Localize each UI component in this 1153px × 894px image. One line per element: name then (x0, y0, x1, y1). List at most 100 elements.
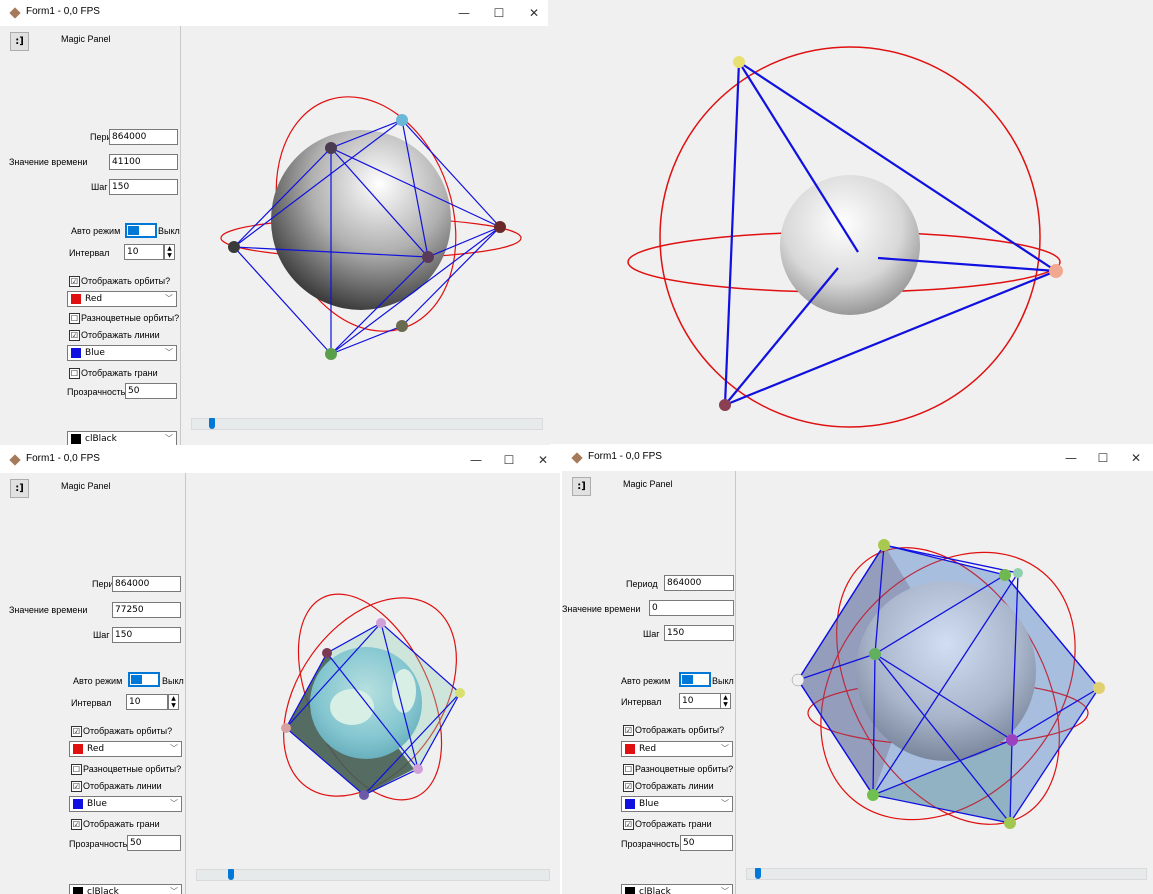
show-orbits-label: Отображать орбиты? (635, 725, 725, 735)
show-lines-checkbox[interactable]: ☑ (69, 330, 80, 341)
multicolor-label: Разноцветные орбиты? (81, 313, 180, 323)
show-faces-checkbox[interactable]: ☑ (71, 819, 82, 830)
chevron-down-icon: ﹀ (721, 799, 729, 808)
window-2: Form1 - 0,0 FPS — ☐ ✕ :] Magic Panel Пер… (0, 447, 560, 894)
vertex-sphere (867, 789, 879, 801)
scene-viewport[interactable] (186, 473, 560, 861)
step-label: Шаг (93, 630, 110, 640)
show-orbits-checkbox[interactable]: ☑ (69, 276, 80, 287)
show-lines-checkbox[interactable]: ☑ (623, 781, 634, 792)
bg-color-value: clBlack (85, 434, 117, 444)
time-input[interactable]: 77250 (112, 602, 181, 618)
interval-input[interactable]: 10 (126, 694, 168, 710)
orbit-color-select[interactable]: Red ﹀ (69, 741, 182, 757)
transparency-label: Прозрачность (69, 839, 128, 849)
period-input[interactable]: 864000 (112, 576, 181, 592)
close-icon[interactable]: ✕ (528, 450, 558, 470)
orbit-color-value: Red (87, 744, 105, 754)
multicolor-label: Разноцветные орбиты? (635, 764, 734, 774)
vertex-sphere (376, 618, 386, 628)
show-orbits-checkbox[interactable]: ☑ (623, 725, 634, 736)
maximize-icon[interactable]: ☐ (1088, 448, 1118, 468)
time-slider-thumb[interactable] (209, 418, 215, 429)
auto-mode-toggle[interactable] (679, 672, 711, 687)
show-lines-checkbox[interactable]: ☑ (71, 781, 82, 792)
minimize-icon[interactable]: — (461, 450, 491, 470)
smiley-button[interactable]: :] (10, 32, 29, 51)
period-input[interactable]: 864000 (664, 575, 734, 591)
title-bar[interactable]: Form1 - 0,0 FPS — ☐ ✕ (0, 447, 560, 473)
auto-mode-toggle[interactable] (128, 672, 160, 687)
bg-color-select[interactable]: clBlack ﹀ (621, 884, 733, 894)
title-bar[interactable]: Form1 - 0,0 FPS — ☐ ✕ (0, 0, 550, 26)
orbit-color-select[interactable]: Red ﹀ (67, 291, 177, 307)
line-color-value: Blue (87, 799, 107, 809)
step-input[interactable]: 150 (664, 625, 734, 641)
transparency-input[interactable]: 50 (680, 835, 733, 851)
multicolor-checkbox[interactable]: ☐ (71, 764, 82, 775)
title-bar[interactable]: Form1 - 0,0 FPS — ☐ ✕ (562, 445, 1153, 471)
line-color-value: Blue (85, 348, 105, 358)
multicolor-checkbox[interactable]: ☐ (623, 764, 634, 775)
minimize-icon[interactable]: — (449, 3, 479, 23)
interval-input[interactable]: 10 (679, 693, 721, 709)
chevron-down-icon: ﹀ (721, 744, 729, 753)
auto-mode-label: Авто режим (621, 676, 671, 686)
black-swatch (73, 887, 83, 894)
red-swatch (625, 744, 635, 754)
multicolor-checkbox[interactable]: ☐ (69, 313, 80, 324)
time-input[interactable]: 41100 (109, 154, 178, 170)
interval-spinner[interactable]: ▲ ▼ (164, 244, 175, 260)
maximize-icon[interactable]: ☐ (484, 3, 514, 23)
time-label: Значение времени (9, 605, 88, 615)
vertex-sphere (999, 569, 1011, 581)
transparency-input[interactable]: 50 (127, 835, 181, 851)
period-input[interactable]: 864000 (109, 129, 178, 145)
vertex-sphere (359, 790, 369, 800)
vertex-sphere (1049, 264, 1063, 278)
time-input[interactable]: 0 (649, 600, 734, 616)
show-faces-checkbox[interactable]: ☐ (69, 368, 80, 379)
time-slider[interactable] (191, 418, 543, 430)
chevron-down-icon: ﹀ (170, 887, 178, 894)
step-input[interactable]: 150 (112, 627, 181, 643)
auto-mode-label: Авто режим (73, 676, 123, 686)
auto-mode-state: Выкл (712, 676, 734, 686)
maximize-icon[interactable]: ☐ (494, 450, 524, 470)
time-slider-thumb[interactable] (228, 869, 234, 880)
vertex-sphere (494, 221, 506, 233)
blue-swatch (625, 799, 635, 809)
auto-mode-toggle[interactable] (125, 223, 157, 238)
vertex-sphere (325, 348, 337, 360)
transparency-input[interactable]: 50 (125, 383, 177, 399)
close-icon[interactable]: ✕ (1121, 448, 1151, 468)
transparency-label: Прозрачность (621, 839, 680, 849)
interval-spinner[interactable]: ▲ ▼ (168, 694, 179, 710)
scene-viewport[interactable] (181, 26, 550, 414)
interval-input[interactable]: 10 (124, 244, 164, 260)
smiley-button[interactable]: :] (572, 477, 591, 496)
bg-color-select[interactable]: clBlack ﹀ (67, 431, 177, 445)
show-faces-checkbox[interactable]: ☑ (623, 819, 634, 830)
vertex-sphere (1004, 817, 1016, 829)
line-color-select[interactable]: Blue ﹀ (69, 796, 182, 812)
interval-label: Интервал (71, 698, 112, 708)
minimize-icon[interactable]: — (1056, 448, 1086, 468)
interval-spinner[interactable]: ▲ ▼ (720, 693, 731, 709)
time-slider-thumb[interactable] (755, 868, 761, 879)
panel-title: Magic Panel (623, 479, 673, 489)
orbit-color-select[interactable]: Red ﹀ (621, 741, 733, 757)
time-slider[interactable] (746, 868, 1147, 880)
bg-color-select[interactable]: clBlack ﹀ (69, 884, 182, 894)
close-icon[interactable]: ✕ (519, 3, 549, 23)
auto-mode-state: Выкл (158, 226, 180, 236)
line-color-select[interactable]: Blue ﹀ (621, 796, 733, 812)
scene-viewport[interactable] (736, 471, 1153, 863)
show-orbits-label: Отображать орбиты? (83, 726, 173, 736)
line-color-select[interactable]: Blue ﹀ (67, 345, 177, 361)
vertex-sphere (228, 241, 240, 253)
smiley-button[interactable]: :] (10, 479, 29, 498)
show-orbits-checkbox[interactable]: ☑ (71, 726, 82, 737)
step-input[interactable]: 150 (109, 179, 178, 195)
time-slider[interactable] (196, 869, 550, 881)
